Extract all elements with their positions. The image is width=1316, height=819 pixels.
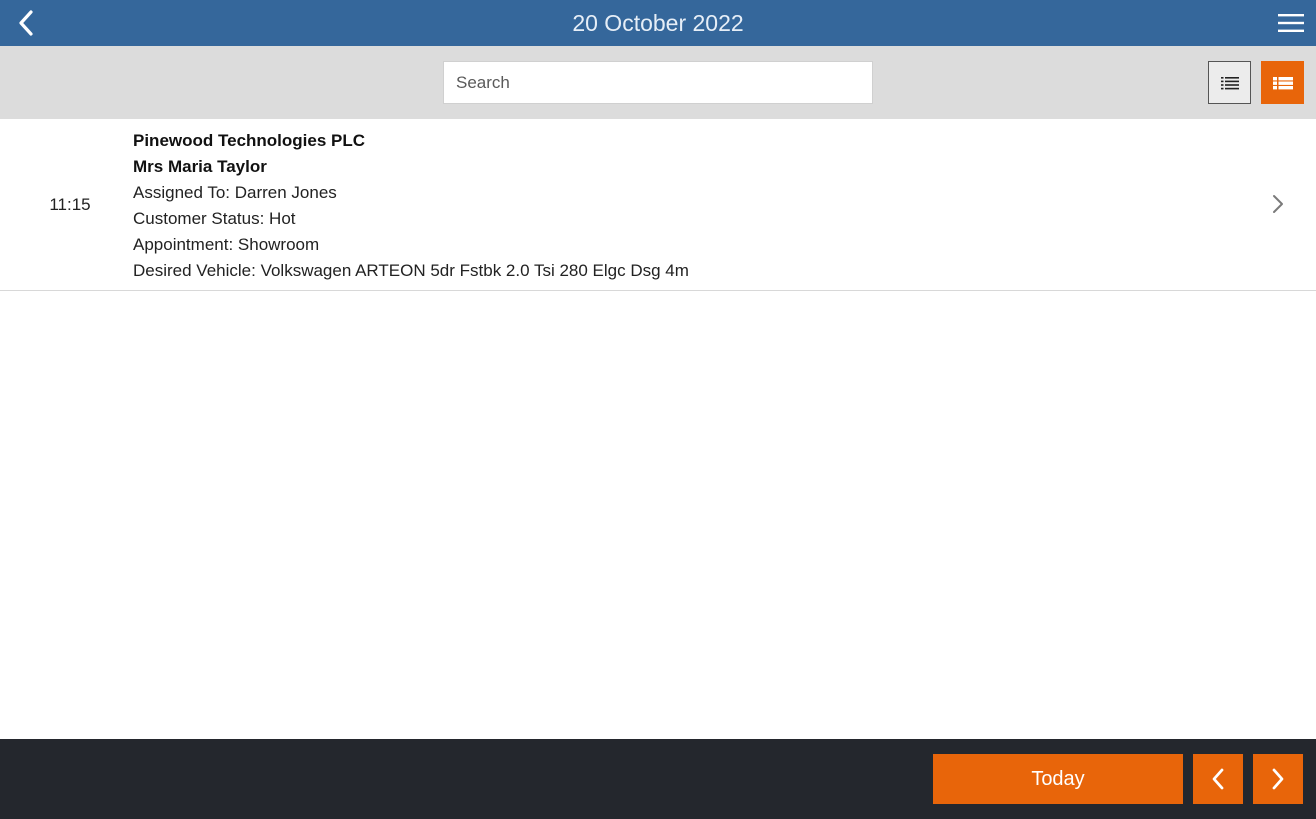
next-day-button[interactable] (1253, 754, 1303, 804)
desired-vehicle: Desired Vehicle: Volkswagen ARTEON 5dr F… (133, 261, 689, 280)
toolbar (0, 46, 1316, 119)
customer-name: Mrs Maria Taylor (133, 157, 267, 176)
top-bar: 20 October 2022 (0, 0, 1316, 46)
menu-button[interactable] (1274, 6, 1308, 40)
detail-view-button[interactable] (1261, 61, 1304, 104)
customer-status: Customer Status: Hot (133, 209, 296, 228)
open-appointment-button[interactable] (1268, 191, 1288, 217)
company-name: Pinewood Technologies PLC (133, 131, 366, 150)
assigned-to: Assigned To: Darren Jones (133, 183, 337, 202)
appointment-time: 11:15 (49, 195, 91, 214)
today-button[interactable]: Today (933, 754, 1183, 804)
appointment-row[interactable]: 11:15 Pinewood Technologies PLC Mrs Mari… (0, 119, 1316, 291)
footer-bar: Today (0, 739, 1316, 819)
back-button[interactable] (8, 5, 44, 41)
chevron-left-icon (19, 10, 33, 36)
search-input[interactable] (443, 61, 873, 104)
compact-view-button[interactable] (1208, 61, 1251, 104)
chevron-right-icon (1273, 195, 1283, 213)
appointment-details: Pinewood Technologies PLC Mrs Maria Tayl… (133, 128, 689, 284)
compact-list-icon (1220, 76, 1239, 89)
hamburger-menu-icon (1278, 14, 1304, 32)
previous-day-button[interactable] (1193, 754, 1243, 804)
page-title: 20 October 2022 (572, 10, 744, 36)
chevron-right-icon (1272, 768, 1284, 790)
appointment-type: Appointment: Showroom (133, 235, 320, 254)
chevron-left-icon (1212, 768, 1224, 790)
appointment-list: 11:15 Pinewood Technologies PLC Mrs Mari… (0, 119, 1316, 291)
detail-list-icon (1272, 76, 1293, 89)
